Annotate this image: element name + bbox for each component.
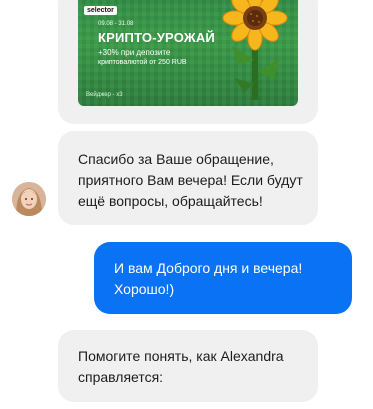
sunflower-icon xyxy=(222,0,288,100)
agent-message-banner: selector 09.08 - 31.08 КРИПТО-УРОЖАЙ +30… xyxy=(58,0,318,124)
banner-offer: +30% при депозите xyxy=(98,48,171,57)
banner-dates: 09.08 - 31.08 xyxy=(98,21,134,27)
banner-brand: selector xyxy=(84,6,117,15)
agent-message: Спасибо за Ваше обращение, приятного Вам… xyxy=(58,131,318,225)
user-message: И вам Доброго дня и вечера! Хорошо!) xyxy=(94,242,352,314)
agent-message: Помогите понять, как Alexandra справляет… xyxy=(58,330,318,402)
banner-offer-detail: криптовалютой от 250 RUB xyxy=(98,59,187,66)
message-text: Помогите понять, как Alexandra справляет… xyxy=(78,348,284,385)
avatar-icon xyxy=(12,182,46,216)
promo-banner[interactable]: selector 09.08 - 31.08 КРИПТО-УРОЖАЙ +30… xyxy=(78,0,298,106)
message-text: Спасибо за Ваше обращение, приятного Вам… xyxy=(78,151,303,209)
message-text: И вам Доброго дня и вечера! Хорошо!) xyxy=(114,260,303,297)
agent-avatar[interactable] xyxy=(12,182,46,216)
chat-thread: selector 09.08 - 31.08 КРИПТО-УРОЖАЙ +30… xyxy=(0,0,373,409)
banner-headline: КРИПТО-УРОЖАЙ xyxy=(98,30,215,45)
banner-wager: Вейджер - х3 xyxy=(86,92,123,98)
